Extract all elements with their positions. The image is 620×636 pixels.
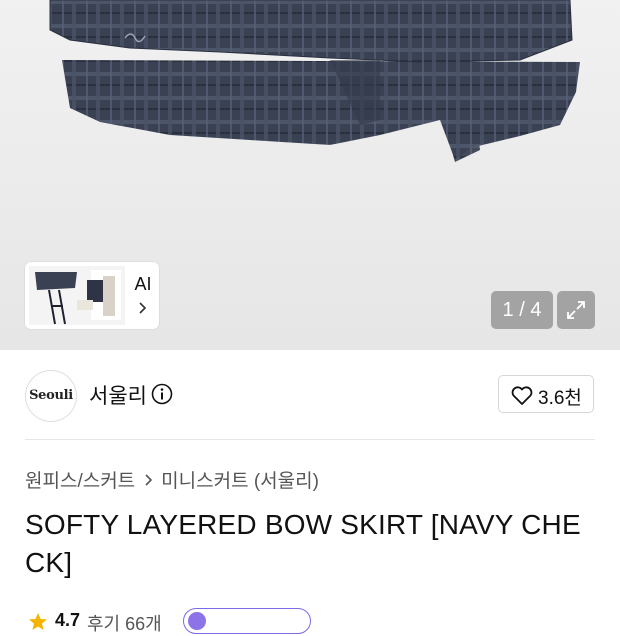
promo-badge[interactable] bbox=[183, 608, 311, 634]
heart-icon bbox=[511, 386, 533, 405]
star-icon bbox=[29, 613, 47, 630]
fullscreen-button[interactable] bbox=[557, 291, 595, 329]
breadcrumb-category[interactable]: 원피스/스커트 bbox=[25, 466, 135, 493]
ai-label: AI bbox=[134, 274, 152, 294]
review-count[interactable]: 후기 66개 bbox=[87, 610, 162, 636]
product-title: SOFTY LAYERED BOW SKIRT [NAVY CHECK] bbox=[25, 509, 581, 578]
like-count: 3.6천 bbox=[538, 388, 582, 409]
info-icon[interactable] bbox=[151, 383, 173, 405]
divider bbox=[25, 439, 595, 440]
expand-icon bbox=[567, 301, 585, 319]
chevron-right-icon bbox=[145, 473, 153, 486]
brand-name[interactable]: 서울리 bbox=[89, 380, 147, 410]
image-page-counter: 1 / 4 bbox=[491, 291, 553, 329]
badge-icon bbox=[188, 612, 206, 630]
chevron-right-icon bbox=[139, 302, 147, 314]
ai-thumbnail-button[interactable]: AI bbox=[25, 262, 159, 329]
breadcrumb-subcategory[interactable]: 미니스커트 (서울리) bbox=[161, 466, 319, 493]
thumbnail-image bbox=[29, 266, 125, 325]
brand-logo[interactable]: Seouli bbox=[25, 370, 77, 422]
breadcrumb: 원피스/스커트 미니스커트 (서울리) bbox=[25, 466, 319, 493]
like-button[interactable]: 3.6천 bbox=[498, 375, 594, 413]
product-image-gallery[interactable]: AI 1 / 4 bbox=[0, 0, 620, 350]
rating-row[interactable]: 4.7 후기 66개 bbox=[25, 606, 325, 636]
rating-value: 4.7 bbox=[55, 610, 81, 630]
